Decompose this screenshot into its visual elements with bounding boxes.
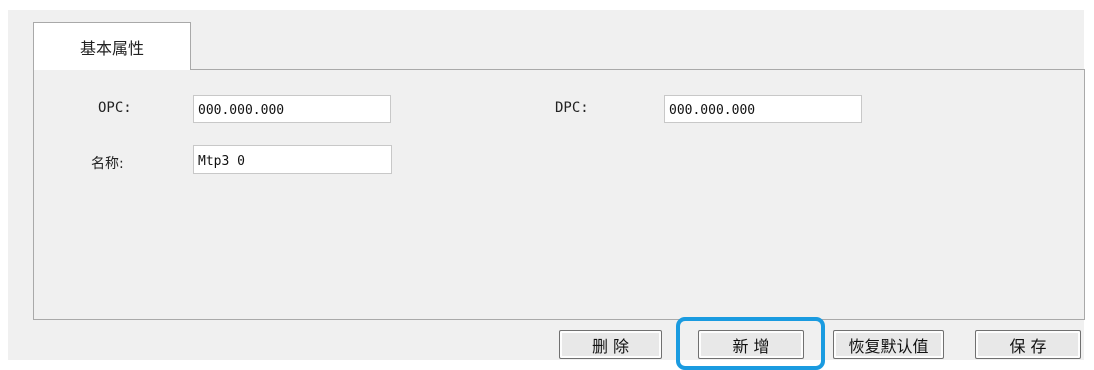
add-button-highlight	[676, 317, 825, 370]
opc-label: OPC:	[98, 100, 132, 116]
save-button-label: 保 存	[1009, 336, 1047, 356]
delete-button-label: 删 除	[591, 336, 630, 356]
restore-default-button-label: 恢复默认值	[848, 336, 929, 356]
delete-button[interactable]: 删 除	[559, 330, 662, 359]
dpc-input[interactable]	[664, 95, 862, 123]
dpc-label: DPC:	[555, 100, 589, 116]
name-label: 名称:	[91, 156, 124, 172]
tab-label: 基本属性	[79, 38, 144, 58]
save-button[interactable]: 保 存	[975, 330, 1081, 359]
restore-default-button[interactable]: 恢复默认值	[833, 330, 944, 359]
opc-input[interactable]	[193, 95, 391, 123]
tab-basic-properties[interactable]: 基本属性	[33, 22, 191, 70]
name-input[interactable]	[193, 145, 392, 174]
